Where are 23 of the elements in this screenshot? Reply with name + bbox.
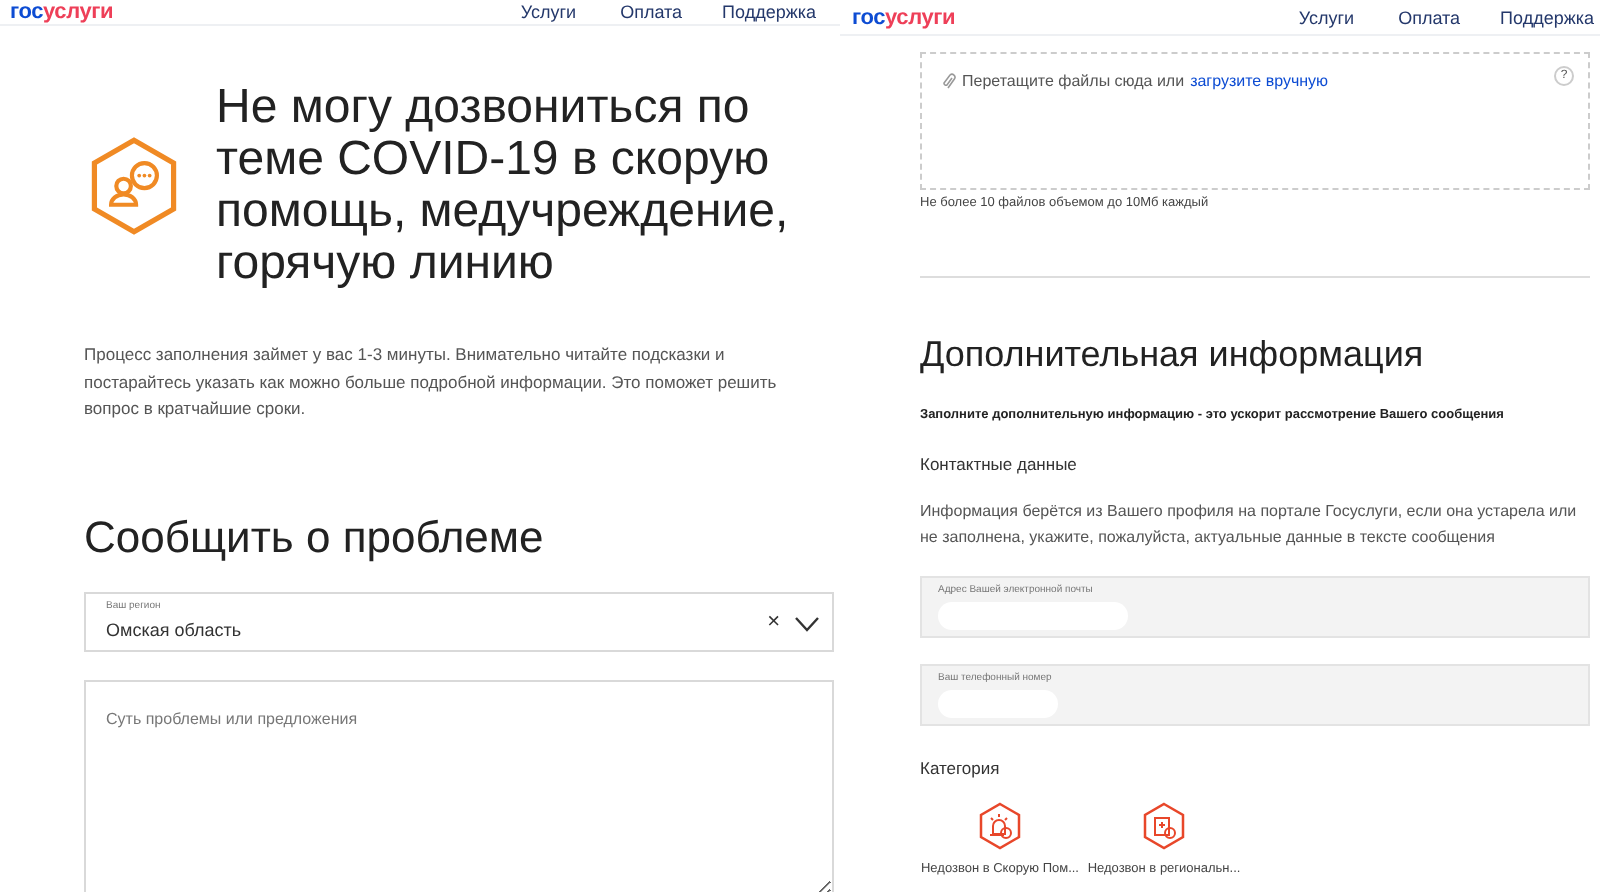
contacts-info: Информация берётся из Вашего профиля на портале Госуслуги, если она устарела или не заполнена, укажите, пожалуйста, актуальные данные в тексте сообщения bbox=[920, 500, 1579, 550]
dropzone-text: Перетащите файлы сюда или bbox=[962, 72, 1185, 90]
nav-link[interactable]: Поддержка bbox=[722, 2, 816, 22]
section-title: Дополнительная информация bbox=[920, 334, 1426, 376]
nav-link[interactable]: Оплата bbox=[1398, 7, 1461, 27]
logo[interactable]: госуслуги bbox=[10, 0, 521, 24]
logo[interactable]: госуслуги bbox=[852, 5, 1299, 29]
nav-link[interactable]: Оплата bbox=[620, 2, 683, 22]
siren-icon bbox=[976, 802, 1024, 850]
chevron-down-icon[interactable] bbox=[794, 615, 820, 631]
category-heading: Категория bbox=[920, 758, 1002, 778]
upload-link[interactable]: загрузите вручную bbox=[1190, 72, 1329, 90]
message-field[interactable]: Суть проблемы или предложения bbox=[84, 679, 834, 892]
clear-icon[interactable]: × bbox=[767, 609, 780, 633]
nav-link[interactable]: Услуги bbox=[520, 2, 577, 22]
intro-text: Процесс заполнения займет у вас 1-3 минуты. Внимательно читайте подсказки и постарайтесь указать как можно больше подробной информации. Это поможет решить вопрос в кратчайшие сроки. bbox=[84, 342, 779, 422]
section-title: Сообщить о проблеме bbox=[84, 511, 546, 563]
nav-link[interactable]: Поддержка bbox=[1500, 7, 1594, 27]
contacts-heading: Контактные данные bbox=[920, 454, 1079, 474]
hospital-icon bbox=[1140, 802, 1188, 850]
nav-link[interactable]: Услуги bbox=[1298, 7, 1355, 27]
page-title: Не могу дозвониться по теме COVID-19 в скорую помощь, медучреждение, горячую линию bbox=[216, 82, 791, 290]
paperclip-icon bbox=[942, 72, 956, 90]
